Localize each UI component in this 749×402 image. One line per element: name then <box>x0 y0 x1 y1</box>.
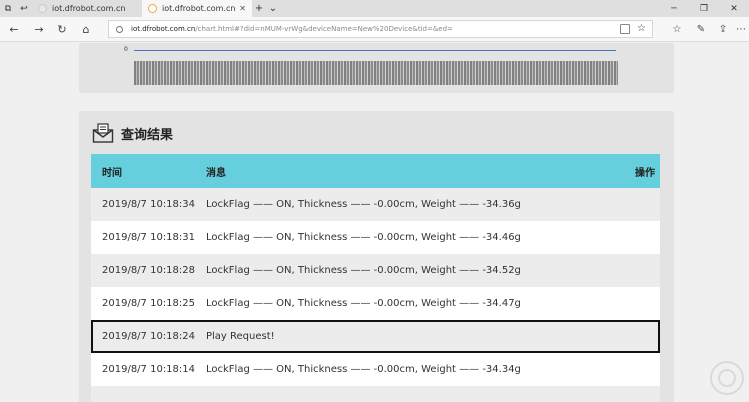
row-message: Play Request! <box>206 331 275 342</box>
close-window-icon[interactable]: ✕ <box>719 0 749 17</box>
chart-zero-label: 0 <box>124 46 128 53</box>
site-favicon-icon <box>148 4 157 13</box>
tab-1-label: iot.dfrobot.com.cn <box>52 4 126 13</box>
row-time: 2019/8/7 10:18:28 <box>102 265 196 276</box>
table-row-highlighted: 2019/8/7 10:18:24 Play Request! <box>91 320 660 353</box>
address-host: iot.dfrobot.com.cn <box>131 25 196 33</box>
forward-arrow-icon[interactable]: → <box>32 22 46 36</box>
table-row: 2019/8/7 10:18:14 LockFlag —— ON, Thickn… <box>91 353 660 386</box>
watermark-logo-icon <box>710 361 744 395</box>
chart-series-line <box>134 50 616 51</box>
tab-list-chevron-icon[interactable]: ⌄ <box>266 3 280 14</box>
tab-bar: ⧉ ↩ iot.dfrobot.com.cn iot.dfrobot.com.c… <box>0 0 749 17</box>
close-tab-icon[interactable]: ✕ <box>239 4 246 13</box>
more-icon[interactable]: ⋯ <box>734 23 748 36</box>
share-icon[interactable]: ⇪ <box>716 23 730 36</box>
restore-icon[interactable]: ❐ <box>689 0 719 17</box>
results-table: 时间 消息 操作 2019/8/7 10:18:34 LockFlag —— O… <box>91 154 660 402</box>
results-title: 查询结果 <box>121 127 174 143</box>
row-time: 2019/8/7 10:18:31 <box>102 232 196 243</box>
chart-card: 0 <box>79 43 674 93</box>
row-time: 2019/8/7 10:18:34 <box>102 199 196 210</box>
table-header: 时间 消息 操作 <box>91 154 660 188</box>
row-message: LockFlag —— ON, Thickness —— -0.00cm, We… <box>206 232 521 243</box>
results-header: 查询结果 <box>92 121 173 145</box>
notes-pen-icon[interactable]: ✎ <box>694 23 708 36</box>
back-arrow-icon[interactable]: ← <box>7 22 21 36</box>
tab-2-label: iot.dfrobot.com.cn <box>162 4 236 13</box>
new-tab-button[interactable]: + <box>252 3 266 14</box>
row-time: 2019/8/7 10:18:14 <box>102 364 196 375</box>
favorites-icon[interactable]: ☆ <box>670 23 684 36</box>
tab-1[interactable]: iot.dfrobot.com.cn <box>32 0 142 17</box>
chart-x-tick-labels <box>134 61 618 85</box>
row-message: LockFlag —— ON, Thickness —— -0.00cm, We… <box>206 199 521 210</box>
reading-view-icon[interactable] <box>620 24 630 34</box>
refresh-icon[interactable]: ↻ <box>55 22 69 36</box>
favorite-star-icon[interactable]: ☆ <box>637 23 646 34</box>
globe-icon <box>38 4 47 13</box>
row-time: 2019/8/7 10:18:25 <box>102 298 196 309</box>
table-row: 2019/8/7 10:18:28 LockFlag —— ON, Thickn… <box>91 254 660 287</box>
tab-actions-icon[interactable]: ⧉ <box>0 0 16 17</box>
row-message: LockFlag —— ON, Thickness —— -0.00cm, We… <box>206 364 521 375</box>
tab-2[interactable]: iot.dfrobot.com.cn ✕ <box>142 0 252 17</box>
minimize-icon[interactable]: ─ <box>659 0 689 17</box>
table-row-partial <box>91 386 660 402</box>
row-message: LockFlag —— ON, Thickness —— -0.00cm, We… <box>206 265 521 276</box>
mail-envelope-icon <box>92 122 114 144</box>
tabs-aside-icon[interactable]: ↩ <box>16 0 32 17</box>
window-controls: ─ ❐ ✕ <box>659 0 749 17</box>
column-message: 消息 <box>206 167 226 179</box>
column-time: 时间 <box>102 167 122 179</box>
column-action: 操作 <box>635 167 655 179</box>
home-icon[interactable]: ⌂ <box>79 22 93 36</box>
address-path: /chart.html#?did=nMUM-vrWg&deviceName=Ne… <box>195 25 453 33</box>
address-bar[interactable]: iot.dfrobot.com.cn /chart.html#?did=nMUM… <box>108 20 653 38</box>
site-info-icon[interactable] <box>116 25 123 33</box>
table-row: 2019/8/7 10:18:25 LockFlag —— ON, Thickn… <box>91 287 660 320</box>
row-time: 2019/8/7 10:18:24 <box>102 331 196 342</box>
query-results-card: 查询结果 时间 消息 操作 2019/8/7 10:18:34 LockFlag… <box>79 111 674 402</box>
table-row: 2019/8/7 10:18:34 LockFlag —— ON, Thickn… <box>91 188 660 221</box>
row-message: LockFlag —— ON, Thickness —— -0.00cm, We… <box>206 298 521 309</box>
page-content: 0 查询结果 时间 消息 操作 2019/8/7 10:18:34 LockFl… <box>0 43 749 402</box>
table-row: 2019/8/7 10:18:31 LockFlag —— ON, Thickn… <box>91 221 660 254</box>
navigation-bar: ← → ↻ ⌂ iot.dfrobot.com.cn /chart.html#?… <box>0 17 749 42</box>
